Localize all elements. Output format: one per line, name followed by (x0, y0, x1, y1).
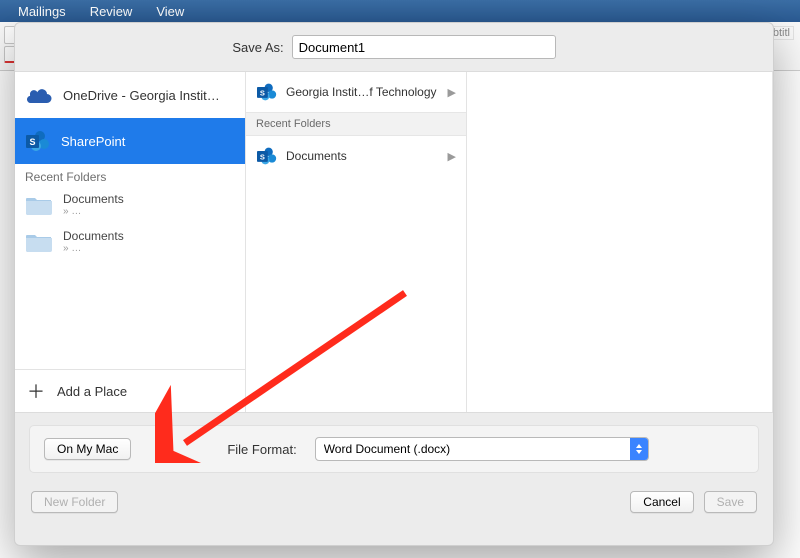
save-dialog: Save As: OneDrive - Georgia Instit… S Sh… (14, 22, 774, 546)
save-button[interactable]: Save (704, 491, 757, 513)
chevron-right-icon: ▶ (448, 150, 456, 163)
recent-folder-path: » … (63, 206, 235, 217)
place-onedrive[interactable]: OneDrive - Georgia Instit… (15, 72, 245, 118)
place-sharepoint-label: SharePoint (61, 134, 235, 149)
menu-review[interactable]: Review (78, 4, 145, 19)
recent-folders-header: Recent Folders (15, 164, 245, 186)
menu-view[interactable]: View (144, 4, 196, 19)
format-bar: On My Mac File Format: (29, 425, 759, 473)
file-format-label: File Format: (227, 442, 296, 457)
on-my-mac-button[interactable]: On My Mac (44, 438, 131, 460)
sharepoint-icon: S (256, 146, 278, 166)
svg-text:S: S (29, 137, 35, 147)
browse-folder-item[interactable]: S Documents ▶ (246, 136, 466, 176)
location-site[interactable]: S Georgia Instit…f Technology ▶ (246, 72, 466, 112)
recent-folder-name: Documents (63, 229, 235, 243)
svg-text:S: S (260, 88, 265, 97)
file-format-value[interactable] (315, 437, 649, 461)
place-onedrive-label: OneDrive - Georgia Instit… (63, 88, 235, 103)
location-site-label: Georgia Instit…f Technology (286, 85, 440, 99)
new-folder-button[interactable]: New Folder (31, 491, 118, 513)
sharepoint-icon: S (25, 129, 51, 153)
add-a-place[interactable]: ＋ Add a Place (15, 369, 245, 412)
location-column: S Georgia Instit…f Technology ▶ Recent F… (246, 72, 467, 412)
folder-icon (25, 231, 53, 253)
places-sidebar: OneDrive - Georgia Instit… S SharePoint … (15, 72, 246, 412)
file-format-select[interactable] (315, 437, 649, 461)
save-as-input[interactable] (292, 35, 556, 59)
recent-folder-name: Documents (63, 192, 235, 206)
menu-mailings[interactable]: Mailings (6, 4, 78, 19)
svg-text:S: S (260, 152, 265, 161)
recent-folder-item[interactable]: Documents » … (15, 223, 245, 260)
save-as-label: Save As: (232, 40, 283, 55)
cloud-icon (25, 86, 53, 104)
recent-folder-path: » … (63, 243, 235, 254)
chevron-right-icon: ▶ (448, 86, 456, 99)
place-sharepoint[interactable]: S SharePoint (15, 118, 245, 164)
select-arrows-icon (630, 438, 648, 460)
cancel-button[interactable]: Cancel (630, 491, 693, 513)
add-a-place-label: Add a Place (57, 384, 127, 399)
menu-bar: Mailings Review View (0, 0, 800, 22)
recent-folders-header: Recent Folders (246, 112, 466, 136)
sharepoint-icon: S (256, 82, 278, 102)
folder-icon (25, 194, 53, 216)
detail-column (467, 72, 773, 412)
recent-folder-item[interactable]: Documents » … (15, 186, 245, 223)
plus-icon: ＋ (27, 378, 45, 404)
browse-folder-label: Documents (286, 149, 440, 163)
